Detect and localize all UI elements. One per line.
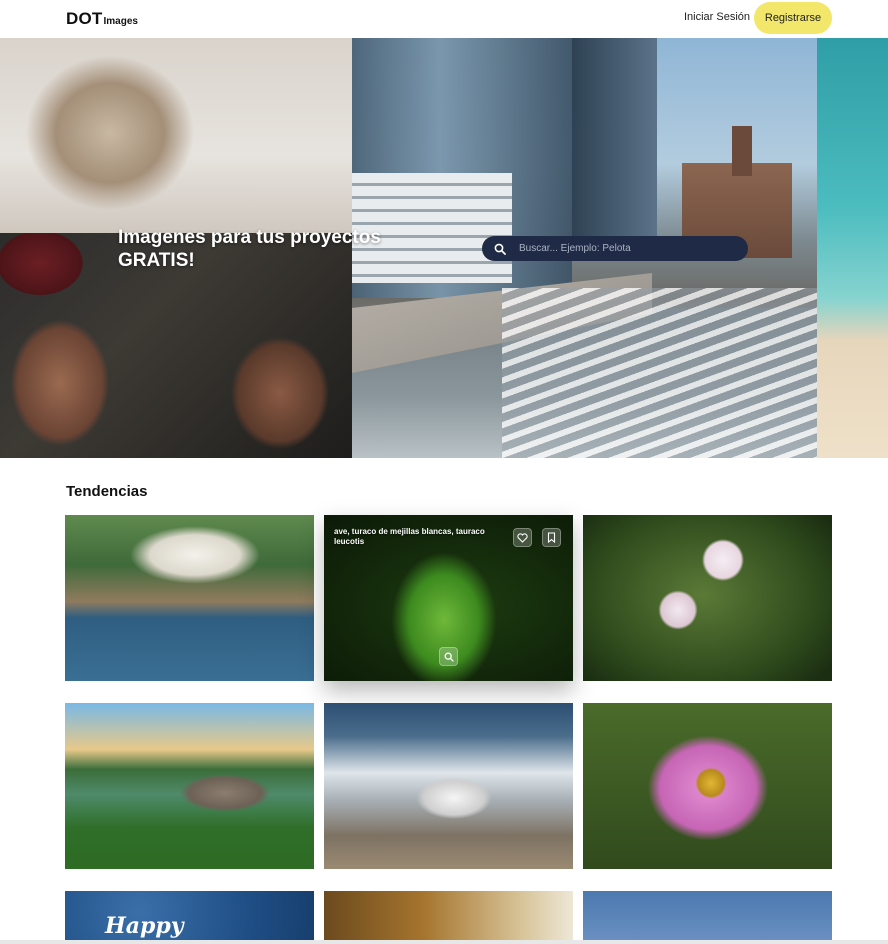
logo-sub-text: Images <box>103 16 138 27</box>
image-card-coastal-village[interactable] <box>65 515 314 681</box>
hero-boats <box>502 288 817 458</box>
login-link[interactable]: Iniciar Sesión <box>684 11 750 23</box>
image-card-seagull[interactable] <box>324 703 573 869</box>
search-icon[interactable] <box>493 242 507 256</box>
register-button[interactable]: Registrarse <box>754 2 832 34</box>
search-bar[interactable] <box>482 236 748 261</box>
section-title: Tendencias <box>66 483 148 500</box>
happy-overlay-text: Happy <box>105 913 184 939</box>
hero-title: Imagenes para tus proyectos GRATIS! <box>118 227 381 271</box>
horizontal-scrollbar[interactable] <box>0 940 888 944</box>
image-card-birds-sky[interactable] <box>583 891 832 943</box>
image-caption: ave, turaco de mejillas blancas, tauraco… <box>334 527 485 546</box>
hero-banner: Imagenes para tus proyectos GRATIS! <box>0 38 888 458</box>
image-card-cherry-blossom[interactable] <box>583 515 832 681</box>
hero-image-beach <box>817 38 888 458</box>
search-input[interactable] <box>519 243 739 254</box>
heart-icon[interactable] <box>513 528 532 547</box>
hero-image-animal <box>0 38 352 233</box>
zoom-icon[interactable] <box>439 647 458 666</box>
bookmark-icon[interactable] <box>542 528 561 547</box>
image-card-cosmos-flower[interactable] <box>583 703 832 869</box>
top-navbar: DOT Images Iniciar Sesión Registrarse <box>0 0 888 38</box>
hero-building <box>572 38 657 248</box>
image-card-rooster[interactable] <box>65 703 314 869</box>
logo-main-text: DOT <box>66 9 103 28</box>
image-card-turaco-bird[interactable]: ave, turaco de mejillas blancas, tauraco… <box>324 515 573 681</box>
image-card-autumn[interactable] <box>324 891 573 943</box>
logo[interactable]: DOT Images <box>66 9 138 29</box>
hero-tower <box>732 126 752 176</box>
image-card-happy[interactable]: Happy <box>65 891 314 943</box>
